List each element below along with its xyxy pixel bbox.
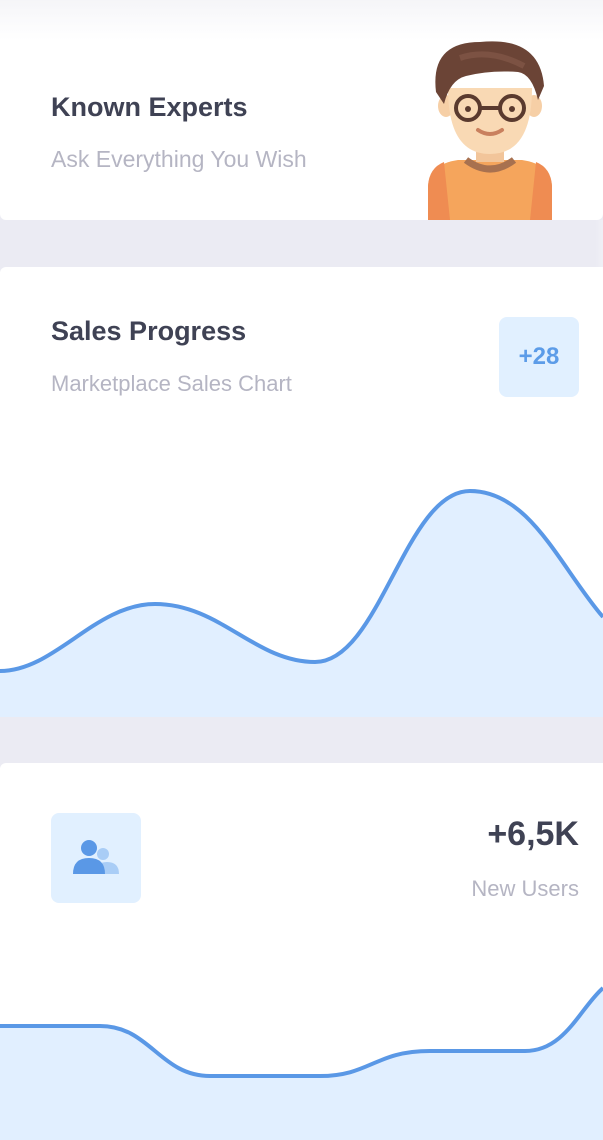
- expert-avatar-illustration: [428, 41, 552, 220]
- sales-chart-area: [0, 491, 603, 717]
- experts-card-title: Known Experts: [51, 92, 248, 122]
- group-icon: [73, 840, 119, 874]
- sales-change-badge: +28: [499, 317, 579, 397]
- widgets-page: Known Experts Ask Everything You Wish Sa…: [0, 0, 603, 1140]
- new-users-label: New Users: [471, 876, 579, 901]
- known-experts-card: Known Experts Ask Everything You Wish: [0, 0, 603, 220]
- sales-progress-card: Sales Progress Marketplace Sales Chart +…: [0, 267, 603, 717]
- users-icon-box: [51, 813, 141, 903]
- new-users-value: +6,5K: [487, 815, 579, 853]
- users-chart-area: [0, 988, 603, 1140]
- sales-card-title: Sales Progress: [51, 316, 247, 346]
- sales-card-subtitle: Marketplace Sales Chart: [51, 371, 292, 396]
- new-users-card: +6,5K New Users: [0, 763, 603, 1140]
- experts-card-subtitle: Ask Everything You Wish: [51, 146, 307, 172]
